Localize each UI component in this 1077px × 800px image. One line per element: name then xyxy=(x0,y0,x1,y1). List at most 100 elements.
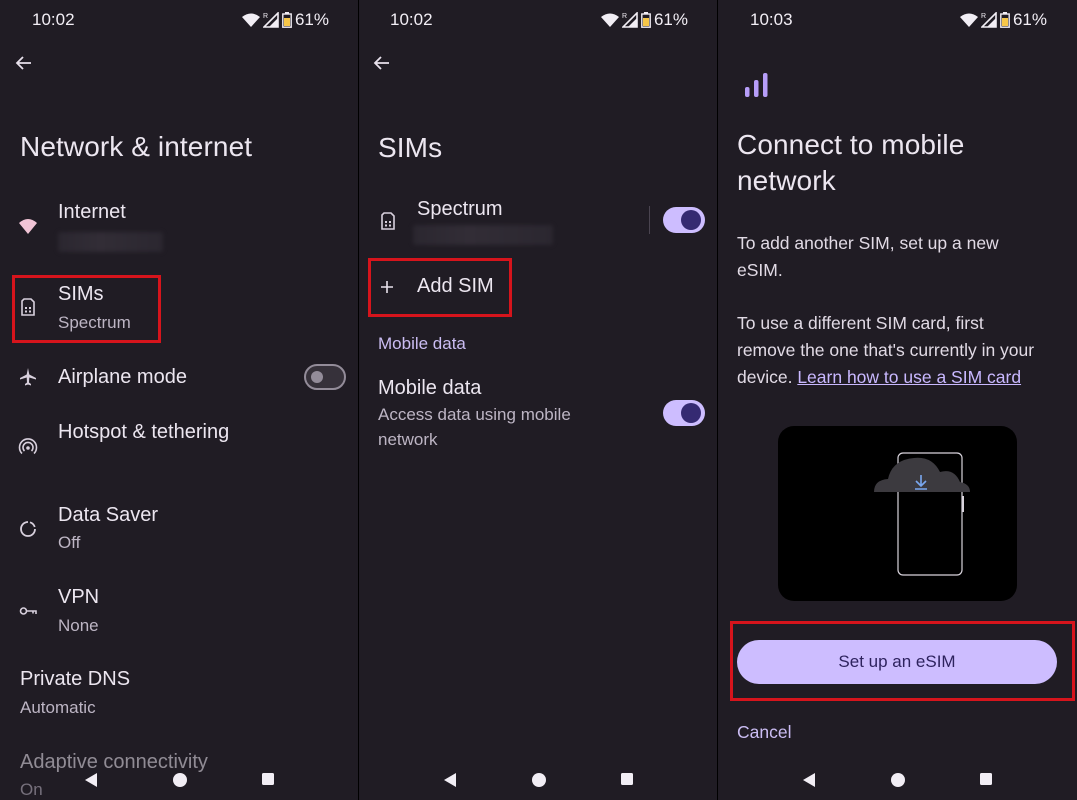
sim-spectrum-item[interactable]: Spectrum xyxy=(359,196,718,252)
highlight-sims xyxy=(12,275,161,343)
nav-home-icon[interactable] xyxy=(890,772,906,788)
cancel-button[interactable]: Cancel xyxy=(737,722,791,743)
airplane-mode-item[interactable]: Airplane mode xyxy=(0,362,359,392)
status-icons: R 61% xyxy=(241,10,329,30)
vpn-key-icon xyxy=(19,607,37,615)
signal-status-icon: R xyxy=(980,12,997,28)
esim-intro-text: To add another SIM, set up a new eSIM. xyxy=(737,230,1059,284)
data-saver-item[interactable]: Data Saver Off xyxy=(0,503,359,555)
status-time: 10:02 xyxy=(390,10,433,29)
toggle-knob xyxy=(681,403,701,423)
hotspot-title: Hotspot & tethering xyxy=(58,421,230,443)
airplane-mode-toggle[interactable] xyxy=(304,364,346,390)
nav-bar xyxy=(0,760,359,800)
nav-back-icon[interactable] xyxy=(443,772,457,788)
vpn-title: VPN xyxy=(58,586,100,608)
sim-card-icon xyxy=(381,212,395,230)
internet-item[interactable]: Internet xyxy=(0,200,359,252)
battery-icon xyxy=(1000,12,1010,28)
mobile-data-item[interactable]: Mobile data Access data using mobile net… xyxy=(359,376,718,456)
para2-line3-wrap: device. Learn how to use a SIM card xyxy=(737,364,1077,391)
hotspot-tethering-item[interactable]: Hotspot & tethering xyxy=(0,420,359,460)
data-saver-icon xyxy=(20,521,36,537)
nav-recents-icon[interactable] xyxy=(979,772,993,786)
screen-divider xyxy=(717,0,718,800)
mobile-data-subtitle-line1: Access data using mobile xyxy=(378,405,571,424)
wifi-status-icon xyxy=(241,13,260,27)
hotspot-icon xyxy=(18,438,38,455)
section-mobile-data: Mobile data xyxy=(378,334,466,353)
internet-network-blurred xyxy=(58,232,163,252)
mobile-data-subtitle-line2: network xyxy=(378,430,438,449)
page-title: Network & internet xyxy=(20,131,253,162)
para1-line2: eSIM. xyxy=(737,260,783,280)
nav-recents-icon[interactable] xyxy=(261,772,275,786)
wifi-status-icon xyxy=(959,13,978,27)
data-saver-title: Data Saver xyxy=(58,504,159,526)
private-dns-item[interactable]: Private DNS Automatic xyxy=(0,667,359,719)
connect-mobile-network-screen: 10:03 R 61% Connect to mobile network To… xyxy=(718,0,1077,800)
battery-icon xyxy=(641,12,651,28)
signal-bars-icon xyxy=(745,73,768,97)
signal-status-icon: R xyxy=(262,12,279,28)
signal-status-icon: R xyxy=(621,12,638,28)
vpn-item[interactable]: VPN None xyxy=(0,585,359,637)
back-arrow-icon[interactable] xyxy=(14,53,34,73)
para2-line3: device. xyxy=(737,367,793,387)
airplane-mode-title: Airplane mode xyxy=(58,366,187,388)
nav-bar xyxy=(718,760,1077,800)
page-title: Connect to mobile network xyxy=(737,127,964,199)
status-icons: R 61% xyxy=(959,10,1047,30)
svg-text:R: R xyxy=(622,13,627,20)
title-line-1: Connect to mobile xyxy=(737,129,965,160)
nav-bar xyxy=(359,760,718,800)
highlight-setup-esim xyxy=(730,621,1075,701)
sim-name: Spectrum xyxy=(417,198,503,220)
status-bar: 10:03 R 61% xyxy=(750,10,1047,32)
screen-divider xyxy=(358,0,359,800)
learn-sim-link[interactable]: Learn how to use a SIM card xyxy=(797,367,1021,387)
toggle-knob xyxy=(681,210,701,230)
mobile-data-toggle[interactable] xyxy=(663,400,705,426)
svg-text:R: R xyxy=(263,13,268,20)
nav-recents-icon[interactable] xyxy=(620,772,634,786)
nav-back-icon[interactable] xyxy=(84,772,98,788)
sims-screen: 10:02 R 61% SIMs Spectrum Add SIM Mobile… xyxy=(359,0,718,800)
battery-percent: 61% xyxy=(1012,10,1047,29)
battery-icon xyxy=(282,12,292,28)
para2-line2: remove the one that's currently in your xyxy=(737,340,1035,360)
wifi-status-icon xyxy=(600,13,619,27)
screens-container: 10:02 R 61% Network & internet Internet … xyxy=(0,0,1077,800)
private-dns-subtitle: Automatic xyxy=(20,698,96,717)
wifi-icon xyxy=(19,219,37,234)
para2-line1: To use a different SIM card, first xyxy=(737,313,984,333)
status-time: 10:03 xyxy=(750,10,793,29)
private-dns-title: Private DNS xyxy=(20,668,131,690)
nav-back-icon[interactable] xyxy=(802,772,816,788)
nav-home-icon[interactable] xyxy=(172,772,188,788)
status-icons: R 61% xyxy=(600,10,688,30)
vpn-subtitle: None xyxy=(58,616,99,635)
svg-text:R: R xyxy=(981,13,986,20)
sim-number-blurred xyxy=(413,225,553,245)
status-bar: 10:02 R 61% xyxy=(390,10,688,32)
data-saver-subtitle: Off xyxy=(58,533,81,552)
status-time: 10:02 xyxy=(32,10,75,29)
airplane-icon xyxy=(20,368,36,386)
nav-home-icon[interactable] xyxy=(531,772,547,788)
internet-title: Internet xyxy=(58,201,126,223)
toggle-divider xyxy=(649,206,650,234)
status-bar: 10:02 R 61% xyxy=(32,10,329,32)
battery-percent: 61% xyxy=(653,10,688,29)
sim-card-instructions: To use a different SIM card, first remov… xyxy=(737,310,1077,391)
phone-cloud-download-illustration xyxy=(874,452,970,576)
esim-illustration xyxy=(778,426,1017,601)
title-line-2: network xyxy=(737,165,836,196)
network-internet-screen: 10:02 R 61% Network & internet Internet … xyxy=(0,0,359,800)
sim-toggle[interactable] xyxy=(663,207,705,233)
back-arrow-icon[interactable] xyxy=(372,53,392,73)
battery-percent: 61% xyxy=(294,10,329,29)
para1-line1: To add another SIM, set up a new xyxy=(737,233,999,253)
page-title: SIMs xyxy=(378,132,443,163)
mobile-data-title: Mobile data xyxy=(378,377,482,399)
